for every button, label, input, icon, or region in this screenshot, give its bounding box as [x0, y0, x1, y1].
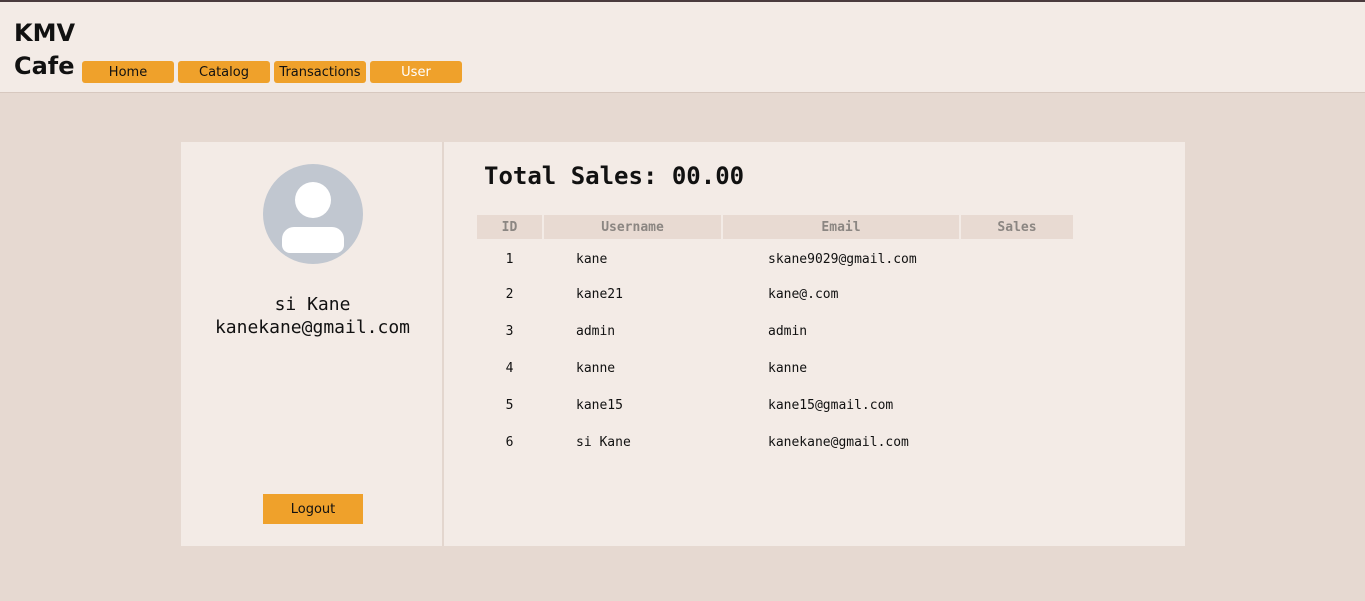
table-header-row: ID Username Email Sales [477, 215, 1073, 239]
profile-panel: si Kane kanekane@gmail.com Logout [181, 142, 444, 546]
cell-username: kane [576, 252, 608, 267]
cell-username: kane21 [576, 287, 623, 302]
cell-sales [961, 239, 1073, 276]
cell-sales [961, 424, 1073, 461]
cell-id: 6 [505, 435, 514, 450]
cell-sales [961, 350, 1073, 387]
column-header-email[interactable]: Email [723, 215, 959, 239]
cell-id: 2 [505, 287, 514, 302]
table-row[interactable]: 1 kane skane9029@gmail.com [477, 239, 1073, 276]
table-row[interactable]: 5 kane15 kane15@gmail.com [477, 387, 1073, 424]
table-row[interactable]: 4 kanne kanne [477, 350, 1073, 387]
cell-email: kanne [768, 361, 808, 376]
column-header-username[interactable]: Username [544, 215, 721, 239]
nav-transactions-button[interactable]: Transactions [274, 61, 366, 83]
table-row[interactable]: 6 si Kane kanekane@gmail.com [477, 424, 1073, 461]
cell-username: si Kane [576, 435, 631, 450]
users-table: ID Username Email Sales 1 kane skane9029… [475, 215, 1075, 461]
table-row[interactable]: 3 admin admin [477, 313, 1073, 350]
cell-username: kane15 [576, 398, 623, 413]
cell-sales [961, 387, 1073, 424]
cell-email: kane@.com [768, 287, 839, 302]
profile-name: si Kane [274, 294, 351, 315]
app-header: KMV Cafe Home Catalog Transactions User [0, 2, 1365, 93]
nav-catalog-button[interactable]: Catalog [178, 61, 270, 83]
total-sales: Total Sales: 00.00 [484, 162, 745, 190]
cell-username: kanne [576, 361, 616, 376]
profile-email: kanekane@gmail.com [214, 317, 411, 338]
brand-logo: KMV Cafe [14, 19, 76, 80]
cell-email: admin [768, 324, 808, 339]
avatar-body [282, 227, 344, 253]
sales-panel: Total Sales: 00.00 ID Username Email Sal… [446, 142, 1185, 546]
cell-id: 4 [505, 361, 514, 376]
cell-email: kane15@gmail.com [768, 398, 894, 413]
cell-id: 5 [505, 398, 514, 413]
cell-sales [961, 313, 1073, 350]
user-avatar-icon [263, 164, 363, 264]
cell-username: admin [576, 324, 616, 339]
cell-email: kanekane@gmail.com [768, 435, 909, 450]
cell-id: 1 [505, 252, 514, 267]
column-header-id[interactable]: ID [477, 215, 542, 239]
cell-sales [961, 276, 1073, 313]
logout-button[interactable]: Logout [263, 494, 363, 524]
nav-user-button[interactable]: User [370, 61, 462, 83]
nav-home-button[interactable]: Home [82, 61, 174, 83]
table-row[interactable]: 2 kane21 kane@.com [477, 276, 1073, 313]
avatar-head [295, 182, 331, 218]
user-card: si Kane kanekane@gmail.com Logout Total … [181, 142, 1185, 546]
main-nav: Home Catalog Transactions User [82, 61, 462, 83]
cell-email: skane9029@gmail.com [768, 252, 917, 267]
column-header-sales[interactable]: Sales [961, 215, 1073, 239]
cell-id: 3 [505, 324, 514, 339]
